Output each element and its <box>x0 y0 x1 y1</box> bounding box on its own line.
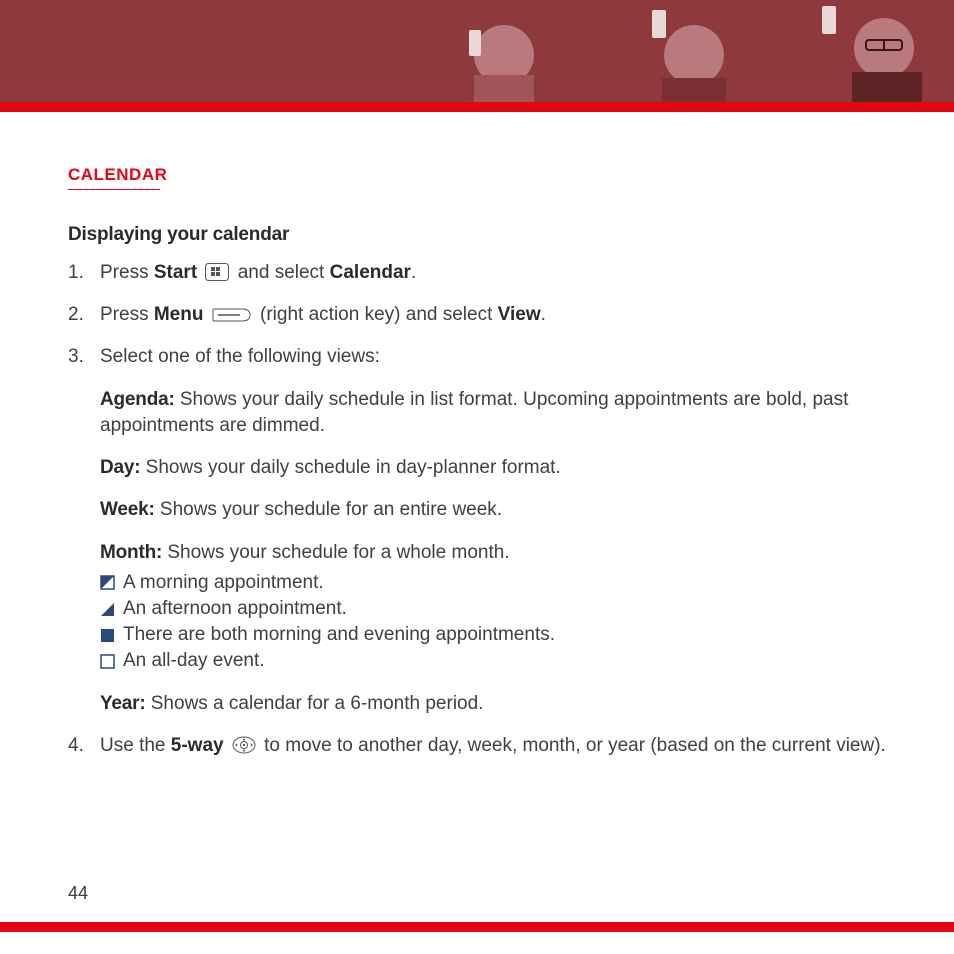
both-icon <box>100 628 115 643</box>
start-key-icon <box>205 263 229 281</box>
text: Press <box>100 304 154 325</box>
legend-morning-text: A morning appointment. <box>123 570 324 596</box>
header-photo <box>414 0 954 102</box>
content-area: CALENDAR Displaying your calendar Press … <box>68 165 896 775</box>
text: . <box>541 304 546 325</box>
text: to move to another day, week, month, or … <box>264 735 886 756</box>
text: (right action key) and select <box>260 304 498 325</box>
text: . <box>411 262 416 283</box>
bold-calendar: Calendar <box>330 262 411 283</box>
agenda-text: Shows your daily schedule in list format… <box>100 389 848 436</box>
section-title: CALENDAR <box>68 165 896 185</box>
text: Use the <box>100 735 171 756</box>
week-text: Shows your schedule for an entire week. <box>155 499 502 520</box>
legend-afternoon-text: An afternoon appointment. <box>123 596 347 622</box>
month-text: Shows your schedule for a whole month. <box>162 542 509 563</box>
legend-morning-row: A morning appointment. <box>100 570 896 596</box>
month-legend: A morning appointment. An afternoon appo… <box>100 570 896 675</box>
bold-start: Start <box>154 262 197 283</box>
legend-allday-text: An all-day event. <box>123 648 265 674</box>
text: Press <box>100 262 154 283</box>
manual-page: CALENDAR Displaying your calendar Press … <box>0 0 954 954</box>
legend-allday-row: An all-day event. <box>100 648 896 674</box>
subheading: Displaying your calendar <box>68 224 896 246</box>
step-3-intro: Select one of the following views: <box>100 346 380 367</box>
header-red-rule <box>0 102 954 112</box>
action-key-icon <box>212 307 252 323</box>
agenda-label: Agenda: <box>100 389 175 410</box>
view-day: Day: Shows your daily schedule in day-pl… <box>100 455 896 481</box>
title-underline <box>68 189 160 190</box>
text: and select <box>238 262 330 283</box>
year-text: Shows a calendar for a 6-month period. <box>145 693 483 714</box>
allday-icon <box>100 654 115 669</box>
bold-5way: 5-way <box>171 735 224 756</box>
footer-red-rule <box>0 922 954 932</box>
legend-both-text: There are both morning and evening appoi… <box>123 622 555 648</box>
view-month: Month: Shows your schedule for a whole m… <box>100 540 896 675</box>
step-4: Use the 5-way to move to another day, we… <box>68 733 896 759</box>
legend-both-row: There are both morning and evening appoi… <box>100 622 896 648</box>
afternoon-icon <box>100 602 115 617</box>
year-label: Year: <box>100 693 145 714</box>
page-number: 44 <box>68 883 88 904</box>
five-way-icon <box>232 736 256 754</box>
steps-list: Press Start and select Calendar. Press M… <box>68 260 896 759</box>
view-year: Year: Shows a calendar for a 6-month per… <box>100 691 896 717</box>
bold-menu: Menu <box>154 304 204 325</box>
bold-view: View <box>498 304 541 325</box>
morning-icon <box>100 575 115 590</box>
day-label: Day: <box>100 457 140 478</box>
header-band <box>0 0 954 102</box>
week-label: Week: <box>100 499 155 520</box>
day-text: Shows your daily schedule in day-planner… <box>140 457 560 478</box>
month-label: Month: <box>100 542 162 563</box>
step-3: Select one of the following views: Agend… <box>68 344 896 716</box>
view-agenda: Agenda: Shows your daily schedule in lis… <box>100 387 896 439</box>
step-1: Press Start and select Calendar. <box>68 260 896 286</box>
legend-afternoon-row: An afternoon appointment. <box>100 596 896 622</box>
view-week: Week: Shows your schedule for an entire … <box>100 497 896 523</box>
step-2: Press Menu (right action key) and select… <box>68 302 896 328</box>
